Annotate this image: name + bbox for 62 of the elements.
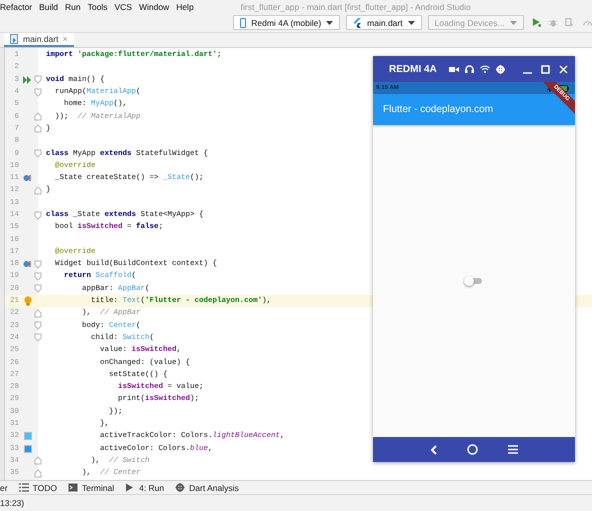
attach-icon[interactable]: [565, 17, 575, 28]
fold-marker-icon[interactable]: [34, 333, 42, 342]
maximize-icon[interactable]: [541, 64, 550, 74]
headphones-icon[interactable]: [464, 65, 474, 73]
close-icon[interactable]: [559, 64, 568, 74]
wifi-icon[interactable]: [480, 65, 490, 73]
fold-marker-icon[interactable]: [34, 112, 42, 122]
fold-marker-icon[interactable]: [34, 272, 42, 281]
camera-icon[interactable]: [448, 66, 459, 72]
menu-icon[interactable]: [508, 445, 518, 454]
device-selector[interactable]: Redmi 4A (mobile): [233, 15, 340, 30]
analysis-icon: [175, 483, 186, 492]
editor-tab[interactable]: main.dart ×: [4, 33, 74, 47]
toggle-switch[interactable]: [464, 275, 484, 287]
device-name: REDMI 4A: [389, 64, 437, 74]
menu-item[interactable]: VCS: [114, 2, 132, 12]
caret-icon: [510, 20, 517, 24]
fold-marker-icon[interactable]: [34, 468, 42, 478]
tool-window-button[interactable]: er: [0, 482, 11, 492]
tool-window-button[interactable]: Terminal: [68, 482, 118, 492]
dart-file-icon: [10, 34, 19, 44]
bug-icon[interactable]: [548, 17, 558, 28]
fold-marker-icon[interactable]: [34, 456, 42, 466]
settings-icon[interactable]: [496, 64, 505, 74]
fold-marker-icon[interactable]: [34, 124, 42, 134]
run-icon: [125, 483, 136, 492]
override-icon: [23, 174, 32, 182]
home-icon[interactable]: [467, 444, 478, 455]
override-icon: [23, 260, 32, 268]
menu-item[interactable]: Refactor: [0, 2, 32, 12]
run-icon: [23, 76, 32, 84]
run-icon[interactable]: [532, 17, 541, 28]
fold-marker-icon[interactable]: [34, 308, 42, 318]
menu-item[interactable]: Window: [138, 2, 170, 12]
run-config-selector[interactable]: main.dart: [346, 15, 422, 30]
menu-item[interactable]: Help: [176, 2, 194, 12]
phone-icon: [240, 18, 246, 28]
fold-marker-icon[interactable]: [34, 321, 42, 330]
tool-window-button[interactable]: 4: Run: [125, 482, 168, 492]
terminal-icon: [68, 483, 78, 492]
tool-window-button[interactable]: TODO: [18, 482, 60, 492]
fold-marker-icon[interactable]: [34, 75, 42, 84]
menu-item[interactable]: Tools: [88, 2, 108, 12]
window-title: first_flutter_app - main.dart [first_flutter_app] - Android Studio: [240, 2, 471, 12]
fold-marker-icon[interactable]: [34, 260, 42, 269]
fold-marker-icon[interactable]: [34, 284, 42, 294]
fold-marker-icon[interactable]: [34, 186, 42, 195]
lightbulb-icon: [24, 296, 32, 306]
tool-window-button[interactable]: Dart Analysis: [175, 482, 242, 492]
flutter-icon: [353, 18, 362, 28]
gauge-icon[interactable]: [582, 18, 592, 27]
menu-item[interactable]: Run: [65, 2, 81, 12]
back-icon[interactable]: [430, 444, 437, 454]
caret-icon: [408, 20, 415, 24]
app-title: Flutter - codeplayon.com: [383, 104, 494, 115]
menu-item[interactable]: Build: [39, 2, 58, 12]
caret-icon: [326, 20, 334, 24]
status-text: 13:23): [0, 498, 24, 508]
fold-marker-icon[interactable]: [34, 88, 42, 97]
fold-marker-icon[interactable]: [34, 210, 42, 220]
fold-marker-icon[interactable]: [34, 149, 42, 158]
list-icon: [18, 483, 29, 492]
